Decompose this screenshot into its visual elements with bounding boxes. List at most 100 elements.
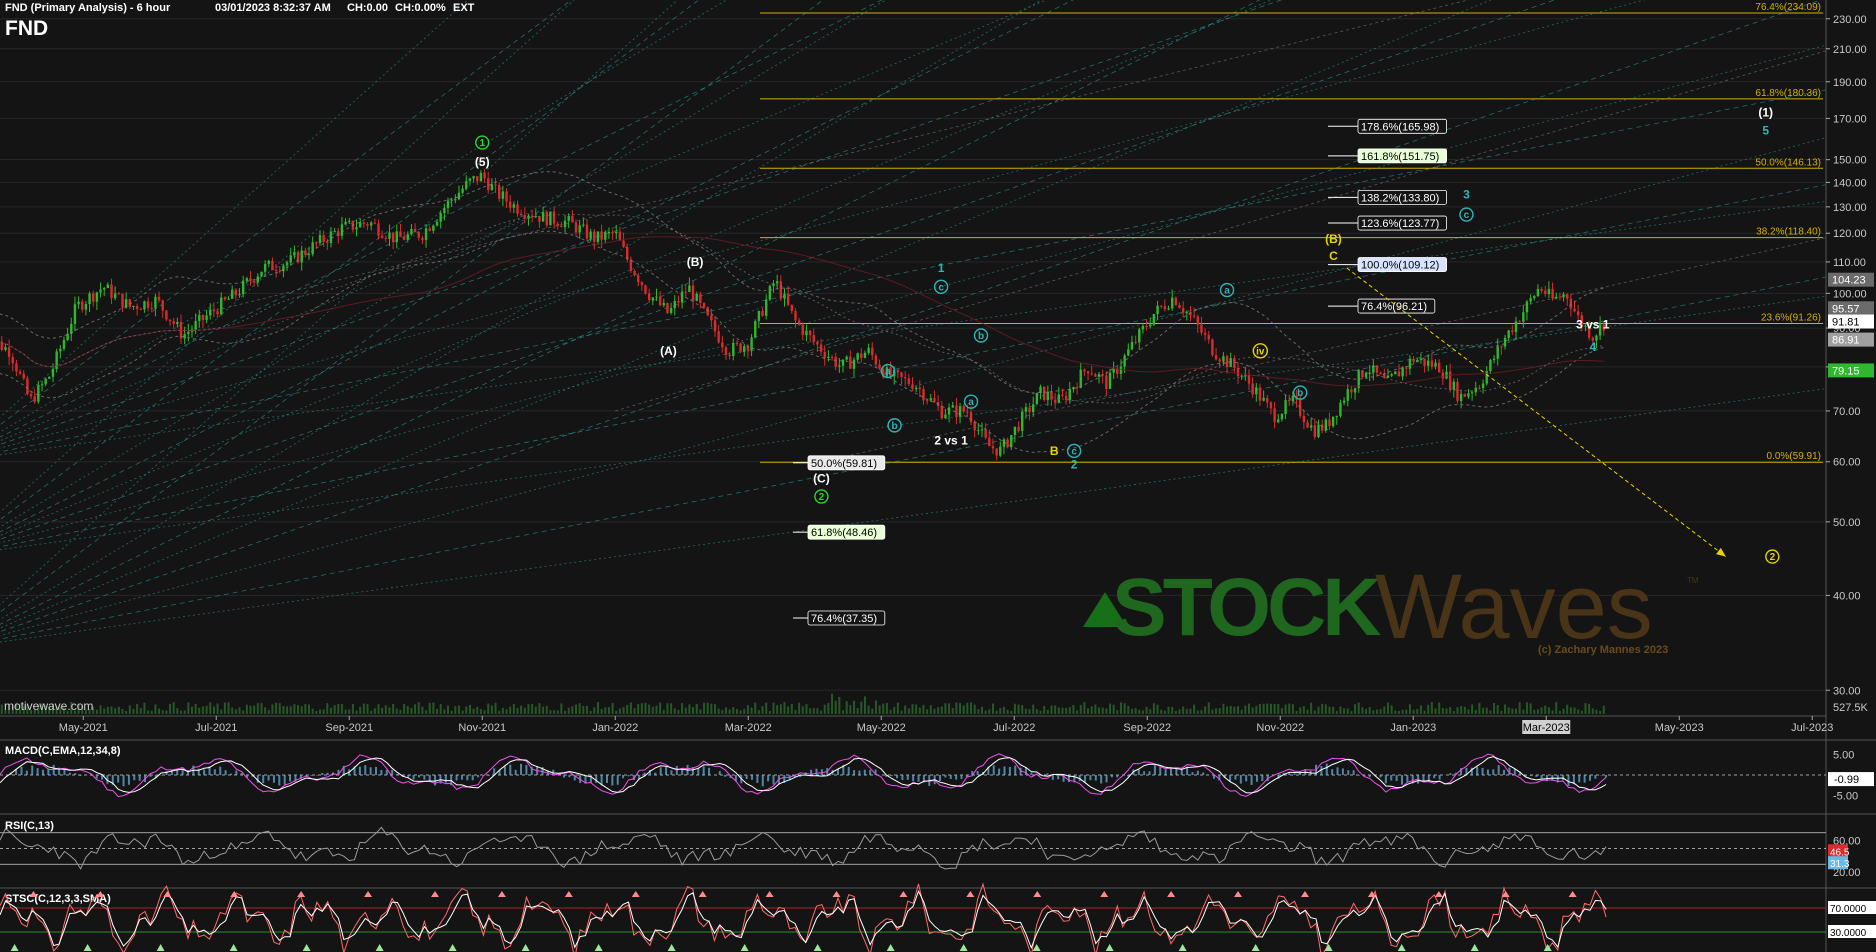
volume-bar [527,704,530,714]
volume-bar [970,702,973,714]
candle-body [647,293,651,301]
candle-body [1141,325,1145,330]
candle-body [1258,387,1262,401]
candle-body [1181,308,1185,313]
volume-bar [765,702,768,714]
candle-body [1342,400,1346,403]
volume-bar [1277,704,1280,714]
volume-bar [1547,707,1550,714]
candle-body [1002,439,1006,447]
volume-bar [1247,703,1250,714]
candle-body [552,211,556,224]
price-axis[interactable]: 30.0040.0050.0060.0070.0080.0090.00100.0… [1825,0,1876,952]
volume-bar [1361,707,1364,714]
candle-body [779,281,783,299]
volume-bar [677,710,680,714]
candle-body [929,398,932,401]
fib-level-label: 38.2%(118.40) [1756,227,1821,238]
candle-body [59,348,62,352]
volume-bar [1240,709,1243,714]
volume-bar [852,700,855,714]
volume-bar [0,704,3,714]
volume-bar [845,701,848,714]
candle-body [669,308,673,313]
volume-bar [626,704,629,714]
volume-bar [779,704,782,714]
candle-body [944,414,947,419]
candle-body [1544,290,1547,295]
volume-bar [333,705,336,714]
volume-bar [787,706,790,714]
chart-canvas[interactable]: 76.4%(234.09) 61.8%(180.36) 50.0%(146.13) 3… [0,0,1876,952]
volume-bar [1405,709,1408,714]
volume-bar [798,702,801,714]
volume-bar [1313,710,1316,714]
candle-body [655,296,658,298]
volume-bar [1269,703,1272,714]
candle-body [1328,419,1331,427]
volume-bar [1584,703,1587,714]
candle-body [1353,388,1357,393]
candle-body [567,215,570,221]
candle-body [1394,371,1397,375]
volume-bar [951,707,954,714]
wave-label: (5) [475,155,490,169]
volume-bar [187,702,190,714]
candle-body [1255,387,1258,395]
volume-bar [315,710,318,714]
candle-body [1445,371,1448,379]
volume-bar [487,703,490,714]
volume-bar [147,710,150,714]
candle-body [1123,355,1126,367]
session-type: EXT [453,2,475,14]
volume-bar [1478,702,1481,714]
volume-bar [1408,704,1411,714]
volume-bar [922,704,925,714]
candle-body [406,234,409,240]
volume-bar [1076,710,1079,714]
fib-level-label: 50.0%(146.13) [1755,157,1821,168]
candle-body [1536,288,1540,297]
volume-bar [794,709,797,714]
volume-bar [1474,709,1477,714]
candle-body [1108,372,1112,389]
candle-body [472,176,475,179]
volume-bar [1021,705,1024,714]
volume-bar [995,710,998,714]
volume-bar [1090,706,1093,714]
candle-body [1277,419,1280,423]
candle-body [487,178,490,191]
volume-bar [359,706,362,714]
candle-body [476,176,479,182]
axis-tick-label: 60.00 [1833,457,1861,469]
candle-body [611,231,614,234]
axis-tick-label: 120.00 [1833,228,1867,240]
volume-bar [611,702,614,714]
volume-bar [1588,703,1591,714]
candle-body [399,231,402,237]
volume-bar [1284,704,1287,714]
candle-body [29,394,33,397]
volume-bar [414,704,417,714]
wave-label: a [885,367,891,378]
volume-bar [516,707,519,714]
candle-body [198,314,201,321]
candle-body [479,172,483,182]
volume-bar [198,707,201,714]
volume-bar [929,705,932,714]
candle-body [377,223,380,236]
volume-bar [867,705,870,714]
candle-body [797,320,801,325]
candle-body [1386,375,1390,378]
candle-body [534,216,537,218]
volume-bar [450,710,453,714]
target-label: 76.4%(37.35) [811,613,877,625]
candle-body [1192,315,1196,317]
volume-bar [618,708,621,714]
candle-body [1269,402,1273,409]
volume-bar [344,709,347,714]
candle-body [1412,358,1415,362]
volume-bar [1288,703,1291,714]
volume-bar [1350,710,1353,714]
candle-body [373,222,377,224]
